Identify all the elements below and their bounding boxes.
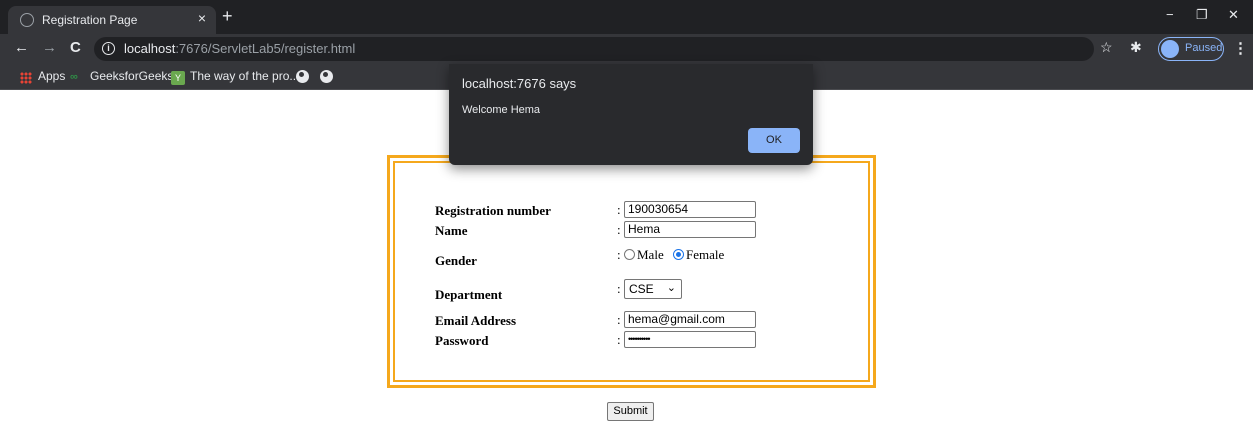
ok-button[interactable]: OK [748, 128, 800, 153]
chevron-down-icon: ⌄ [666, 282, 676, 294]
globe-icon[interactable] [296, 70, 309, 83]
bookmark-way-of-the-pro[interactable]: The way of the pro... [190, 69, 299, 83]
registration-number-input[interactable]: 190030654 [624, 201, 756, 218]
tab-registration-page[interactable]: Registration Page × [8, 6, 216, 34]
forward-arrow-icon[interactable]: → [42, 40, 57, 55]
gfg-icon: ∞ [70, 71, 78, 83]
url-text: localhost:7676/ServletLab5/register.html [124, 41, 355, 56]
submit-button[interactable]: Submit [607, 402, 654, 421]
globe-icon[interactable] [320, 70, 333, 83]
label-name: Name [435, 223, 468, 238]
department-select[interactable]: CSE ⌄ [624, 279, 682, 299]
browser-menu-icon[interactable]: ⋮ [1233, 39, 1248, 57]
bookmark-geeksforgeeks[interactable]: GeeksforGeeks [90, 69, 173, 83]
back-arrow-icon[interactable]: ← [14, 40, 29, 55]
gender-female-label: Female [685, 247, 725, 262]
label-gender: Gender [435, 253, 477, 268]
label-email: Email Address [435, 313, 517, 328]
tab-strip: Registration Page × + − ❐ ✕ [0, 0, 1253, 34]
colon: : [617, 202, 621, 217]
address-bar[interactable]: i localhost:7676/ServletLab5/register.ht… [94, 37, 1094, 61]
new-tab-button[interactable]: + [222, 7, 233, 25]
minimize-icon[interactable]: − [1166, 8, 1174, 21]
url-host: localhost [124, 41, 176, 56]
profile-button[interactable]: Paused [1158, 37, 1224, 61]
bookmark-apps[interactable]: Apps [38, 69, 65, 83]
colon: : [617, 281, 621, 296]
browser-toolbar: ← → C i localhost:7676/ServletLab5/regis… [0, 34, 1253, 64]
profile-status-label: Paused [1185, 42, 1223, 54]
dialog-title: localhost:7676 says [462, 76, 577, 91]
gender-male-radio[interactable] [624, 249, 635, 260]
page-favicon-icon [20, 13, 34, 27]
avatar [1161, 40, 1179, 58]
url-path: :7676/ServletLab5/register.html [175, 41, 356, 56]
colon: : [617, 332, 621, 347]
alert-dialog: localhost:7676 says Welcome Hema OK [449, 64, 813, 165]
dialog-message: Welcome Hema [462, 104, 541, 116]
registration-form-frame: Registration number : 190030654 Name : H… [387, 155, 876, 388]
colon: : [617, 222, 621, 237]
password-input[interactable]: •••••••••• [624, 331, 756, 348]
label-department: Department [435, 287, 503, 302]
label-password: Password [435, 333, 489, 348]
gender-radio-group: Male Female [624, 247, 730, 263]
reload-icon[interactable]: C [70, 40, 81, 55]
label-registration-number: Registration number [435, 203, 551, 218]
site-info-icon[interactable]: i [102, 42, 115, 55]
tab-close-icon[interactable]: × [198, 11, 206, 25]
name-input[interactable]: Hema [624, 221, 756, 238]
tab-title: Registration Page [42, 13, 138, 27]
apps-grid-icon [20, 72, 32, 84]
department-selected-value: CSE [629, 282, 654, 296]
registration-form: Registration number : 190030654 Name : H… [393, 161, 870, 382]
restore-icon[interactable]: ❐ [1196, 8, 1208, 21]
colon: : [617, 247, 621, 262]
window-close-icon[interactable]: ✕ [1228, 8, 1239, 21]
bookmark-favicon-icon: Y [171, 71, 185, 85]
colon: : [617, 312, 621, 327]
bookmark-star-icon[interactable]: ☆ [1100, 39, 1113, 56]
gender-male-label: Male [637, 247, 664, 262]
extensions-puzzle-icon[interactable]: ✱ [1130, 39, 1142, 56]
gender-female-radio[interactable] [672, 249, 684, 260]
email-input[interactable]: hema@gmail.com [624, 311, 756, 328]
